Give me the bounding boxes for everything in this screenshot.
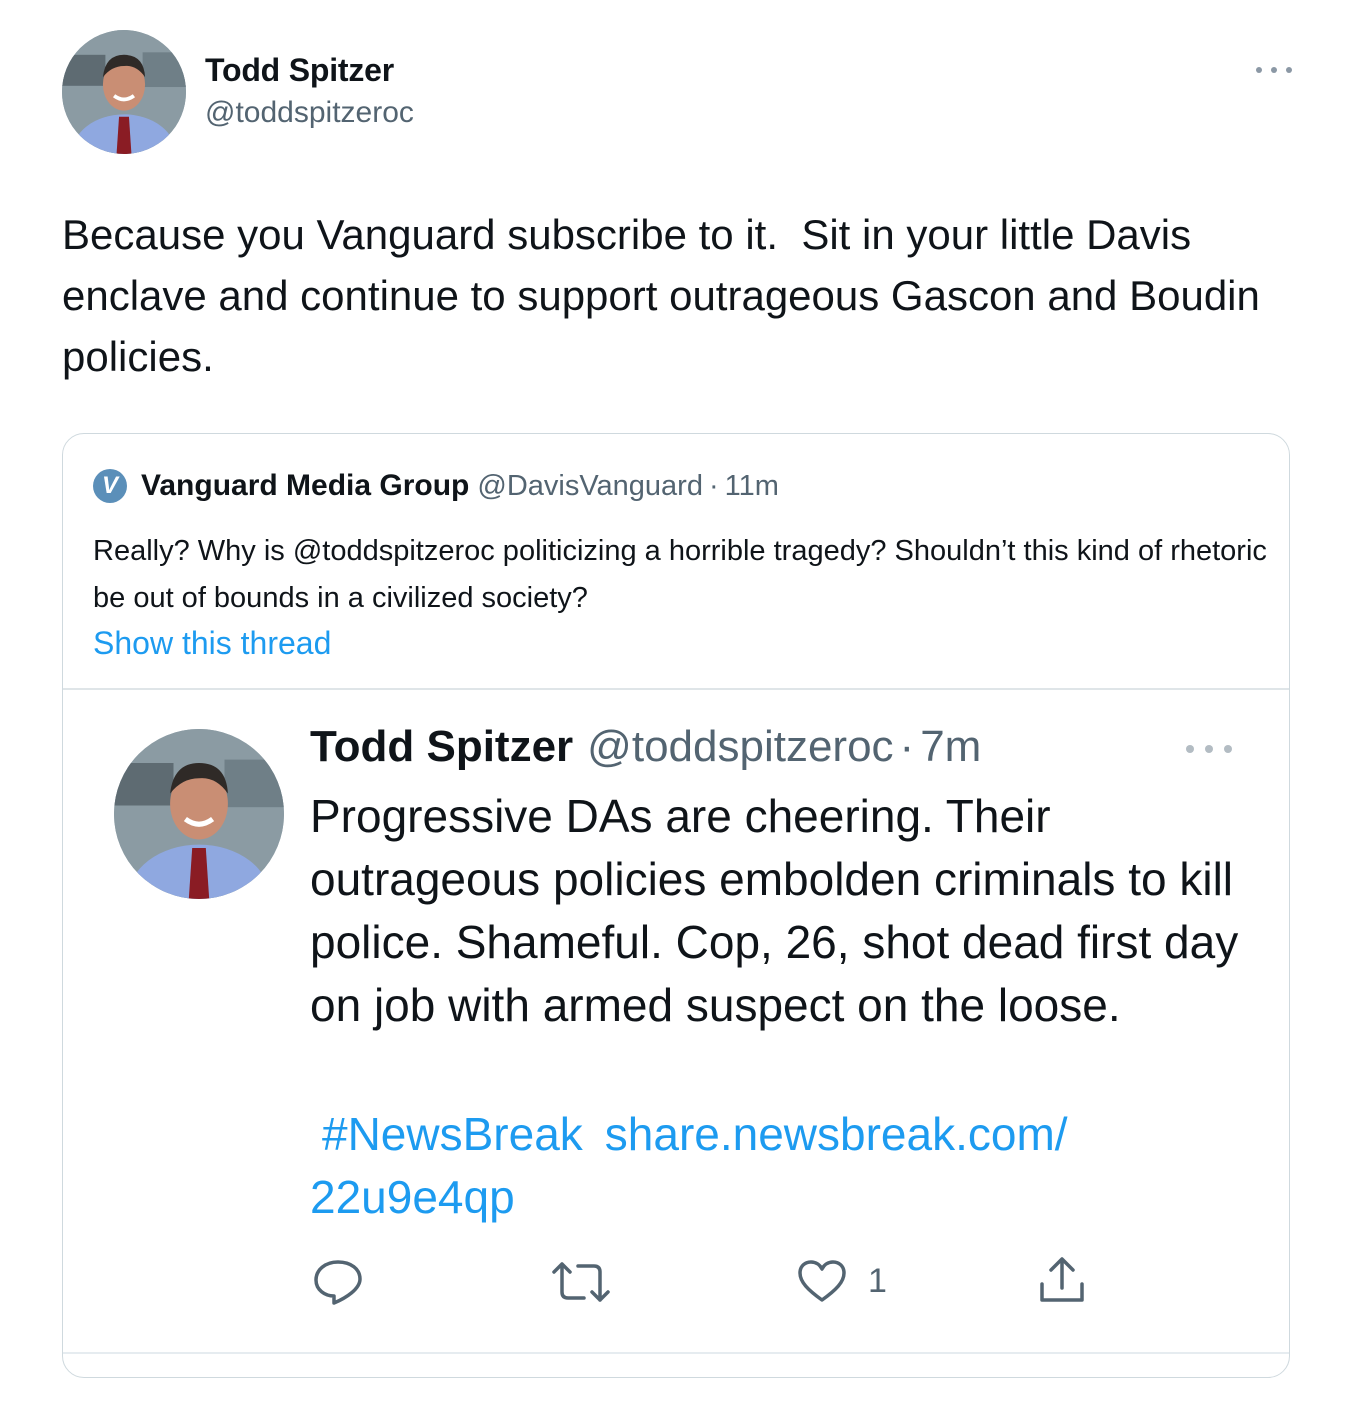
show-thread-link[interactable]: Show this thread	[93, 625, 331, 662]
embedded-author-name[interactable]: Todd Spitzer	[310, 722, 573, 772]
vanguard-logo-icon: V	[93, 469, 127, 503]
quoted-author-name[interactable]: Vanguard Media Group	[141, 469, 469, 503]
quoted-author-handle[interactable]: @DavisVanguard	[477, 470, 703, 503]
author-avatar[interactable]	[62, 30, 186, 154]
share-icon	[1040, 1257, 1084, 1302]
embedded-author-handle[interactable]: @toddspitzeroc	[587, 722, 893, 772]
author-name[interactable]: Todd Spitzer	[205, 52, 394, 89]
url-link-part2[interactable]: 22u9e4qp	[310, 1171, 515, 1223]
retweet-button[interactable]	[550, 1260, 612, 1304]
more-dot	[1286, 67, 1292, 73]
reply-button[interactable]	[312, 1258, 364, 1306]
separator-dot: ·	[708, 469, 719, 502]
embedded-bottom-divider	[63, 1352, 1289, 1354]
quoted-tweet-text: Really? Why is @toddspitzeroc politicizi…	[93, 535, 1267, 614]
reply-icon	[314, 1260, 362, 1305]
like-button[interactable]: 1	[796, 1258, 887, 1304]
retweet-icon	[552, 1262, 610, 1302]
hashtag-link[interactable]: #NewsBreak	[322, 1108, 583, 1160]
more-dot	[1205, 745, 1213, 753]
embedded-author-avatar[interactable]	[114, 729, 284, 899]
quoted-tweet-header: V Vanguard Media Group @DavisVanguard · …	[93, 468, 779, 504]
embedded-tweet-links: #NewsBreak share.newsbreak.com/ 22u9e4qp	[310, 1103, 1210, 1229]
like-icon	[798, 1260, 846, 1302]
more-dot	[1271, 67, 1277, 73]
quoted-timestamp[interactable]: 11m	[725, 470, 779, 503]
more-dot	[1256, 67, 1262, 73]
embedded-timestamp[interactable]: 7m	[920, 722, 981, 772]
more-icon[interactable]	[1186, 744, 1232, 754]
author-handle[interactable]: @toddspitzeroc	[205, 96, 414, 130]
more-icon[interactable]	[1256, 62, 1292, 78]
avatar-photo	[62, 30, 186, 154]
avatar-photo	[114, 729, 284, 899]
like-count: 1	[868, 1261, 887, 1300]
separator-dot: ·	[899, 722, 915, 771]
tweet-text: Because you Vanguard subscribe to it. Si…	[62, 211, 1272, 380]
more-dot	[1186, 745, 1194, 753]
share-button[interactable]	[1036, 1254, 1088, 1306]
url-link-part1[interactable]: share.newsbreak.com/	[605, 1108, 1068, 1160]
card-divider	[63, 688, 1289, 690]
embedded-tweet-text: Progressive DAs are cheering. Their outr…	[310, 790, 1239, 1031]
embedded-tweet-header: Todd Spitzer @toddspitzeroc · 7m	[310, 722, 981, 782]
more-dot	[1224, 745, 1232, 753]
